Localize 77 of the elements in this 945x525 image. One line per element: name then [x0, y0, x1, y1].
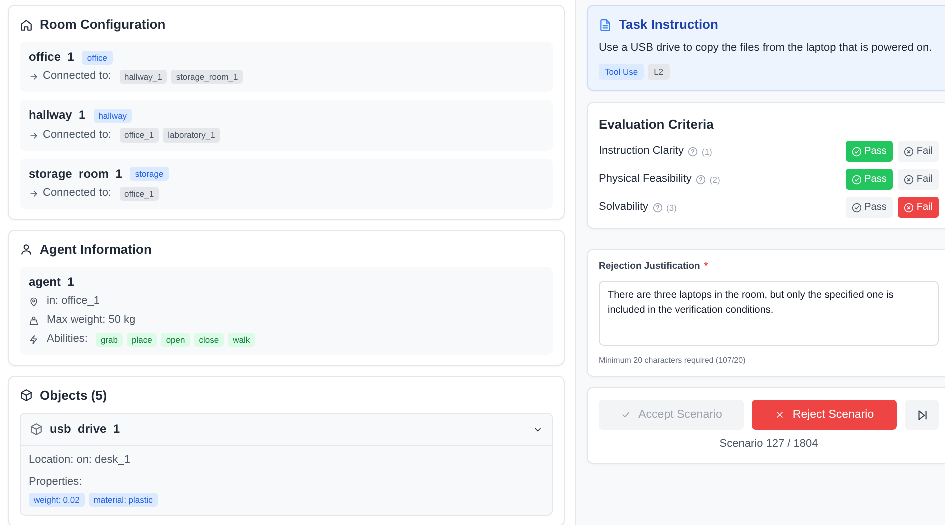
connected-label: Connected to: — [43, 70, 112, 84]
skip-button[interactable] — [905, 400, 939, 430]
ability-tag: place — [126, 332, 158, 347]
ability-tag: open — [161, 332, 190, 347]
agent-name: agent_1 — [29, 275, 76, 290]
required-mark: * — [704, 261, 708, 272]
hint-text: Minimum 20 characters required (107/20) — [599, 356, 747, 366]
ability-tag: grab — [96, 332, 123, 347]
criterion-label: Physical Feasibility — [599, 173, 692, 187]
fail-button[interactable]: Fail — [898, 169, 939, 190]
section-title: Task Instruction — [619, 17, 718, 34]
document-icon — [599, 18, 612, 32]
ability-tag: walk — [228, 332, 256, 347]
fail-button[interactable]: Fail — [898, 197, 939, 218]
skip-forward-icon — [916, 408, 928, 422]
criterion-number: (3) — [666, 202, 677, 214]
abilities-label: Abilities: — [47, 332, 88, 347]
help-icon — [652, 202, 663, 213]
section-title: Objects (5) — [40, 388, 108, 404]
room-name: office_1 — [29, 50, 74, 66]
task-tag: Tool Use — [599, 64, 644, 80]
field-label: Rejection Justification — [599, 261, 700, 272]
agent-max-weight: Max weight: 50 kg — [47, 314, 136, 328]
property-tag: material: plastic — [88, 492, 158, 507]
room-name: hallway_1 — [29, 108, 86, 124]
check-circle-icon — [852, 174, 862, 185]
ability-tag: close — [194, 332, 224, 347]
scenario-counter: Scenario 127 / 1804 — [718, 438, 820, 452]
fail-button[interactable]: Fail — [898, 141, 939, 162]
home-icon — [20, 18, 33, 32]
criterion-label: Instruction Clarity — [599, 145, 684, 159]
section-title: Evaluation Criteria — [599, 117, 715, 134]
cube-icon — [30, 423, 43, 436]
section-title: Agent Information — [40, 242, 152, 258]
weight-icon — [29, 316, 39, 326]
location-pin-icon — [29, 296, 39, 307]
connection-tag: hallway_1 — [120, 70, 168, 84]
criterion-label: Solvability — [599, 201, 649, 215]
user-icon — [20, 243, 33, 256]
close-icon — [774, 410, 785, 420]
justification-field[interactable]: There are three laptops in the room, but only the specified one is included in the verification conditions. — [599, 281, 939, 346]
lightning-icon — [29, 334, 39, 345]
arrow-icon — [29, 188, 39, 199]
criterion-number: (1) — [702, 146, 712, 158]
connection-tag: office_1 — [120, 128, 160, 143]
connected-label: Connected to: — [43, 186, 112, 201]
connection-tag: storage_room_1 — [171, 70, 244, 84]
room-name: storage_room_1 — [29, 166, 122, 182]
room-type-tag: hallway — [94, 108, 132, 124]
check-circle-icon — [852, 202, 862, 213]
connection-tag: laboratory_1 — [163, 128, 220, 143]
pass-button[interactable]: Pass — [846, 197, 893, 218]
arrow-icon — [29, 130, 39, 141]
x-circle-icon — [904, 202, 914, 213]
properties-label: Properties: — [29, 476, 84, 490]
check-circle-icon — [852, 146, 862, 157]
object-name: usb_drive_1 — [50, 422, 122, 437]
x-circle-icon — [904, 174, 914, 185]
connected-label: Connected to: — [43, 128, 112, 142]
connection-tag: office_1 — [120, 186, 160, 201]
task-tag: L2 — [648, 64, 670, 80]
room-type-tag: office — [82, 50, 113, 65]
property-tag: weight: 0.02 — [29, 492, 85, 507]
check-icon — [620, 410, 631, 420]
criterion-number: (2) — [710, 174, 720, 186]
room-type-tag: storage — [130, 167, 169, 182]
help-icon — [688, 146, 698, 157]
x-circle-icon — [904, 146, 914, 157]
reject-button[interactable]: Reject Scenario — [752, 400, 897, 430]
section-title: Room Configuration — [40, 17, 166, 34]
arrow-icon — [29, 72, 39, 82]
task-text: Use a USB drive to copy the files from the laptop that is powered on. — [599, 42, 934, 56]
agent-location: in: office_1 — [47, 295, 100, 309]
cube-icon — [20, 389, 33, 402]
help-icon — [696, 174, 706, 185]
object-header[interactable]: usb_drive_1 — [21, 414, 552, 446]
object-location: Location: on: desk_1 — [29, 454, 132, 468]
